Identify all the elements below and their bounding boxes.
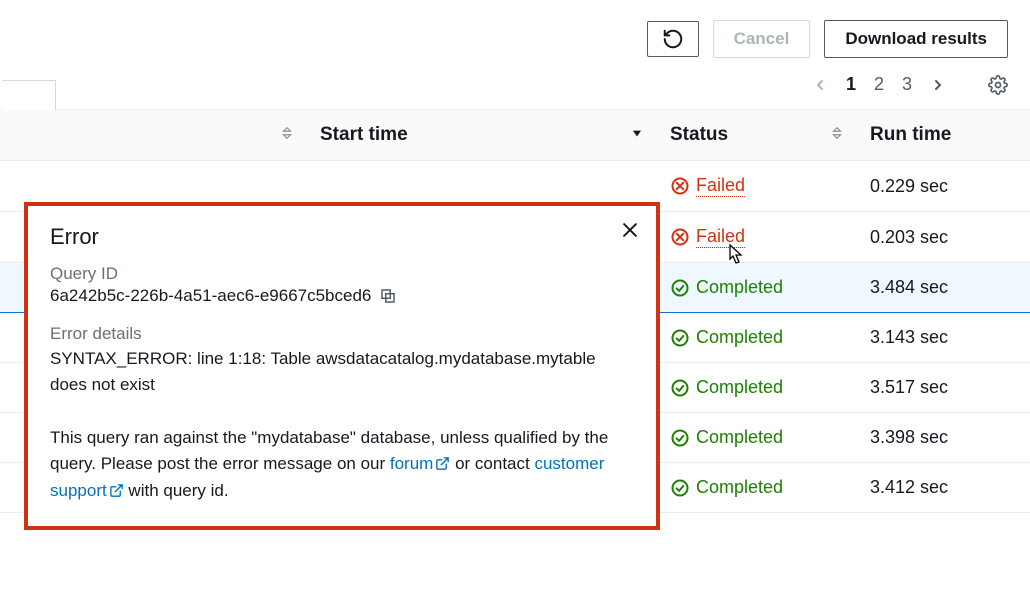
status-text: Completed <box>696 427 783 448</box>
status-badge[interactable]: Failed <box>670 175 850 197</box>
sort-icon <box>280 124 294 146</box>
check-circle-icon <box>670 428 690 448</box>
status-text: Completed <box>696 377 783 398</box>
page-next[interactable] <box>930 77 946 93</box>
external-link-icon <box>435 456 450 471</box>
cell-status: Failed <box>660 161 860 212</box>
sort-icon <box>830 124 844 146</box>
status-text: Failed <box>696 226 745 248</box>
cancel-button[interactable]: Cancel <box>713 20 811 58</box>
check-circle-icon <box>670 478 690 498</box>
column-header-unnamed[interactable] <box>0 110 310 161</box>
chevron-right-icon <box>930 77 946 93</box>
status-text: Completed <box>696 277 783 298</box>
settings-button[interactable] <box>988 75 1008 95</box>
error-details-text-3: with query id. <box>124 481 229 500</box>
copy-query-id-button[interactable] <box>379 287 397 305</box>
error-details-text-2: or contact <box>450 454 534 473</box>
cell-status: Completed <box>660 363 860 413</box>
cell-status: Completed <box>660 263 860 313</box>
check-circle-icon <box>670 328 690 348</box>
column-label: Status <box>670 124 728 145</box>
status-text: Failed <box>696 175 745 197</box>
status-badge[interactable]: Completed <box>670 477 850 498</box>
pagination: 1 2 3 <box>0 68 1030 109</box>
cell-status: Completed <box>660 413 860 463</box>
cell-status: Completed <box>660 313 860 363</box>
forum-link[interactable]: forum <box>390 454 450 473</box>
check-circle-icon <box>670 378 690 398</box>
error-details-label: Error details <box>50 324 634 344</box>
page-2[interactable]: 2 <box>874 74 884 95</box>
toolbar: Cancel Download results <box>0 0 1030 68</box>
close-button[interactable] <box>620 220 640 245</box>
error-details: SYNTAX_ERROR: line 1:18: Table awsdataca… <box>50 346 634 504</box>
copy-icon <box>379 287 397 305</box>
cell-run-time: 3.412 sec <box>860 463 1030 513</box>
status-badge[interactable]: Failed <box>670 226 850 248</box>
refresh-button[interactable] <box>647 21 699 57</box>
error-circle-icon <box>670 176 690 196</box>
column-header-status[interactable]: Status <box>660 110 860 161</box>
chevron-left-icon <box>812 77 828 93</box>
status-badge[interactable]: Completed <box>670 277 850 298</box>
external-link-icon <box>109 483 124 498</box>
cell-run-time: 3.484 sec <box>860 263 1030 313</box>
column-label: Start time <box>320 124 408 145</box>
error-details-message: SYNTAX_ERROR: line 1:18: Table awsdataca… <box>50 346 634 399</box>
page-1[interactable]: 1 <box>846 74 856 95</box>
cell-run-time: 3.143 sec <box>860 313 1030 363</box>
cell-run-time: 3.398 sec <box>860 413 1030 463</box>
query-id-label: Query ID <box>50 264 634 284</box>
sort-desc-icon <box>630 124 644 146</box>
status-badge[interactable]: Completed <box>670 427 850 448</box>
cell-status: Completed <box>660 463 860 513</box>
status-text: Completed <box>696 327 783 348</box>
cell-run-time: 0.203 sec <box>860 212 1030 263</box>
check-circle-icon <box>670 278 690 298</box>
cell-run-time: 0.229 sec <box>860 161 1030 212</box>
cell-run-time: 3.517 sec <box>860 363 1030 413</box>
column-label: Run time <box>870 124 951 145</box>
status-badge[interactable]: Completed <box>670 377 850 398</box>
error-title: Error <box>50 224 634 250</box>
page-prev[interactable] <box>812 77 828 93</box>
close-icon <box>620 220 640 240</box>
error-circle-icon <box>670 227 690 247</box>
column-header-run-time[interactable]: Run time <box>860 110 1030 161</box>
refresh-icon <box>662 28 684 50</box>
gear-icon <box>988 75 1008 95</box>
download-results-button[interactable]: Download results <box>824 20 1008 58</box>
status-badge[interactable]: Completed <box>670 327 850 348</box>
column-header-start-time[interactable]: Start time <box>310 110 660 161</box>
query-id-value: 6a242b5c-226b-4a51-aec6-e9667c5bced6 <box>50 286 371 306</box>
error-popover: Error Query ID 6a242b5c-226b-4a51-aec6-e… <box>24 202 660 530</box>
page-3[interactable]: 3 <box>902 74 912 95</box>
status-text: Completed <box>696 477 783 498</box>
cell-status: Failed <box>660 212 860 263</box>
